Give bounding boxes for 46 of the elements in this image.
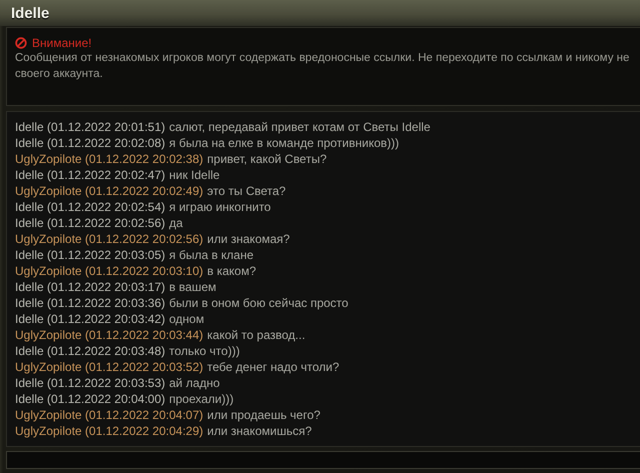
message-text: я была в клане — [169, 248, 254, 262]
message-text: или знакомая? — [207, 232, 290, 246]
message-input-field[interactable] — [6, 451, 640, 469]
message-text: одном — [169, 312, 204, 326]
message-text: да — [169, 216, 183, 230]
message-text: тебе денег надо чтоли? — [207, 360, 340, 374]
message-sender: Idelle (01.12.2022 20:03:42) — [15, 312, 166, 326]
message-text: в каком? — [207, 264, 256, 278]
message-sender: UglyZopilote (01.12.2022 20:02:38) — [15, 152, 204, 166]
message-sender: UglyZopilote (01.12.2022 20:02:49) — [15, 184, 204, 198]
message-sender: Idelle (01.12.2022 20:01:51) — [15, 120, 166, 134]
message-text: я была на елке в команде противников))) — [169, 136, 400, 150]
message-sender: Idelle (01.12.2022 20:02:54) — [15, 200, 166, 214]
message-text: ник Idelle — [169, 168, 220, 182]
message-sender: Idelle (01.12.2022 20:03:05) — [15, 248, 166, 262]
message-text: только что))) — [169, 344, 240, 358]
message-text: или знакомишься? — [207, 424, 312, 438]
message-sender: UglyZopilote (01.12.2022 20:03:52) — [15, 360, 204, 374]
message-text: салют, передавай привет котам от Светы Idelle — [169, 120, 430, 134]
message-text: ай ладно — [169, 376, 220, 390]
message-sender: UglyZopilote (01.12.2022 20:02:56) — [15, 232, 204, 246]
message-sender: UglyZopilote (01.12.2022 20:03:44) — [15, 328, 204, 342]
message-sender: Idelle (01.12.2022 20:02:56) — [15, 216, 166, 230]
window-title: Idelle — [11, 4, 50, 22]
warning-title: Внимание! — [32, 36, 92, 50]
message-text: были в оном бою сейчас просто — [169, 296, 348, 310]
warning-text: Сообщения от незнакомых игроков могут содержать вредоносные ссылки. Не переходите по ссылкам и никому не — [15, 51, 630, 66]
message-sender: Idelle (01.12.2022 20:02:47) — [15, 168, 166, 182]
message-text: я играю инкогнито — [169, 200, 271, 214]
message-sender: Idelle (01.12.2022 20:03:53) — [15, 376, 166, 390]
message-sender: UglyZopilote (01.12.2022 20:04:07) — [15, 408, 204, 422]
message-text: или продаешь чего? — [207, 408, 320, 422]
message-sender: UglyZopilote (01.12.2022 20:04:29) — [15, 424, 204, 438]
message-sender: Idelle (01.12.2022 20:03:17) — [15, 280, 166, 294]
message-sender: Idelle (01.12.2022 20:02:08) — [15, 136, 166, 150]
warning-text: своего аккаунта. — [15, 67, 104, 82]
message-text: привет, какой Светы? — [207, 152, 327, 166]
message-sender: Idelle (01.12.2022 20:03:36) — [15, 296, 166, 310]
message-sender: UglyZopilote (01.12.2022 20:03:10) — [15, 264, 204, 278]
message-sender: Idelle (01.12.2022 20:03:48) — [15, 344, 166, 358]
message-text: какой то развод... — [207, 328, 306, 342]
prohibited-icon — [15, 37, 27, 49]
message-text: проехали))) — [169, 392, 234, 406]
message-text: это ты Света? — [207, 184, 286, 198]
message-text: в вашем — [169, 280, 216, 294]
message-sender: Idelle (01.12.2022 20:04:00) — [15, 392, 166, 406]
